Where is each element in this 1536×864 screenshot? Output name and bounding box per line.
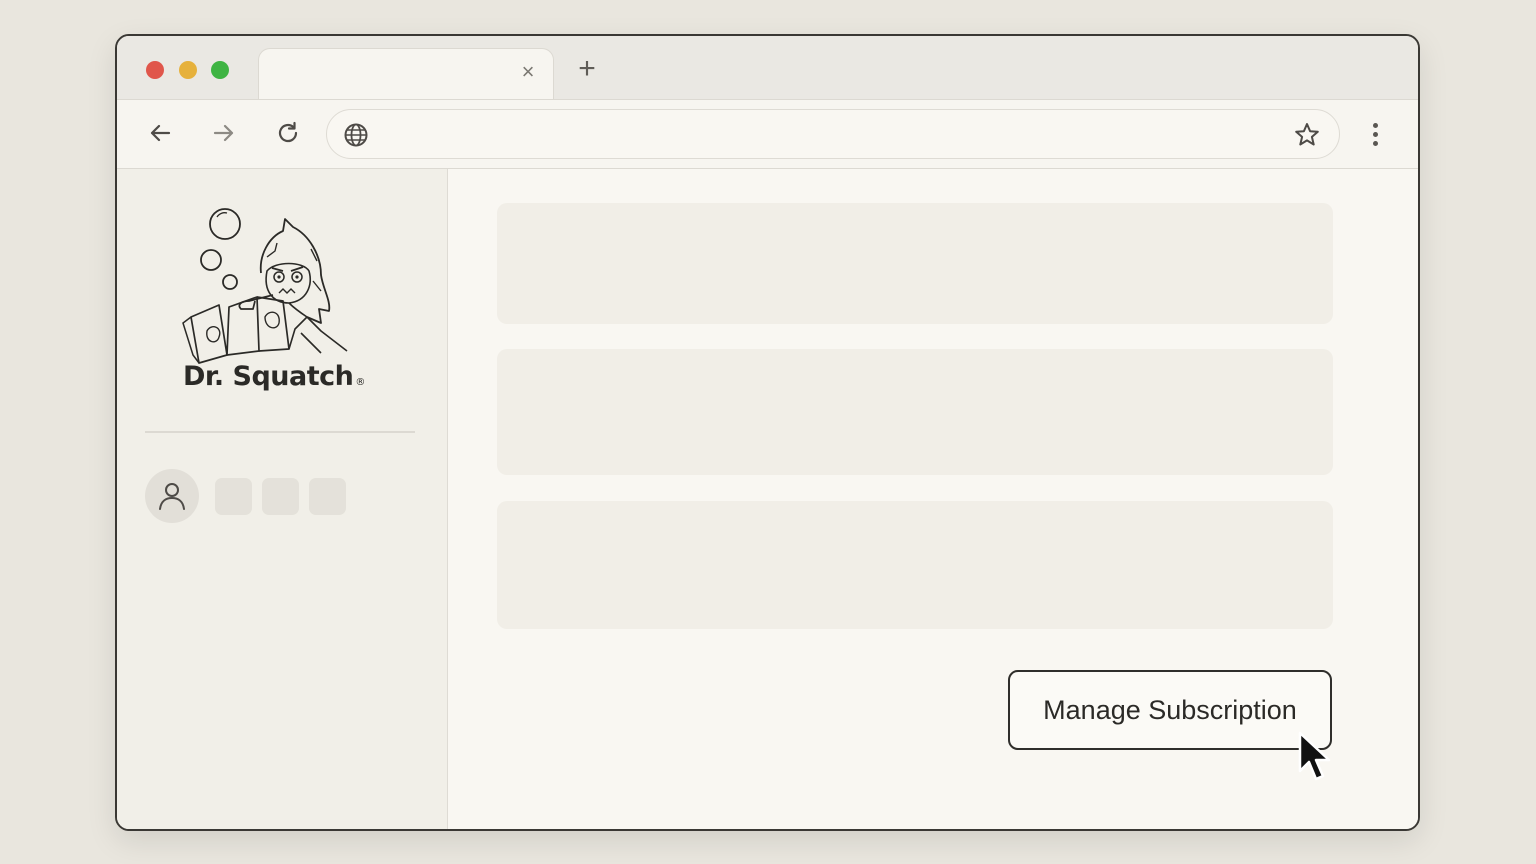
account-avatar[interactable] [145, 469, 199, 523]
placeholder-card [497, 349, 1333, 475]
placeholder-block [215, 478, 252, 515]
mouse-pointer-icon [1298, 731, 1331, 781]
registered-mark: ® [355, 377, 365, 388]
forward-button[interactable] [209, 118, 239, 148]
arrow-left-icon [150, 124, 171, 142]
kebab-dot [1372, 140, 1378, 146]
globe-icon [344, 123, 368, 147]
kebab-dot [1372, 131, 1378, 137]
sidebar: Dr. Squatch ® [117, 169, 448, 829]
browser-window: × + Dr. Squatch ® Manage Subscription [115, 34, 1420, 831]
manage-subscription-button[interactable]: Manage Subscription [1008, 670, 1332, 750]
close-tab-icon[interactable]: × [517, 61, 539, 83]
close-window-button[interactable] [146, 61, 164, 79]
active-tab[interactable]: × [258, 48, 554, 100]
browser-toolbar [117, 99, 1418, 169]
placeholder-card [497, 203, 1333, 324]
new-tab-button[interactable]: + [572, 54, 602, 85]
url-input[interactable] [383, 120, 1273, 150]
user-avatar-icon [159, 483, 185, 510]
brand-wordmark: Dr. Squatch ® [183, 361, 365, 392]
main-content: Manage Subscription [449, 169, 1418, 829]
placeholder-card [497, 501, 1333, 629]
star-icon[interactable] [1293, 121, 1321, 149]
zoom-window-button[interactable] [211, 61, 229, 79]
address-bar[interactable] [326, 109, 1340, 159]
sidebar-divider [145, 431, 415, 433]
placeholder-block [309, 478, 346, 515]
reload-button[interactable] [273, 118, 303, 148]
sasquatch-reading-logo [182, 208, 348, 364]
back-button[interactable] [145, 118, 175, 148]
minimize-window-button[interactable] [179, 61, 197, 79]
placeholder-block [262, 478, 299, 515]
browser-menu-button[interactable] [1361, 119, 1389, 149]
reload-icon [278, 121, 298, 143]
kebab-menu-icon [1372, 122, 1378, 128]
tab-strip: × + [117, 36, 1418, 100]
arrow-right-icon [213, 124, 234, 142]
brand-name: Dr. Squatch [183, 361, 354, 392]
